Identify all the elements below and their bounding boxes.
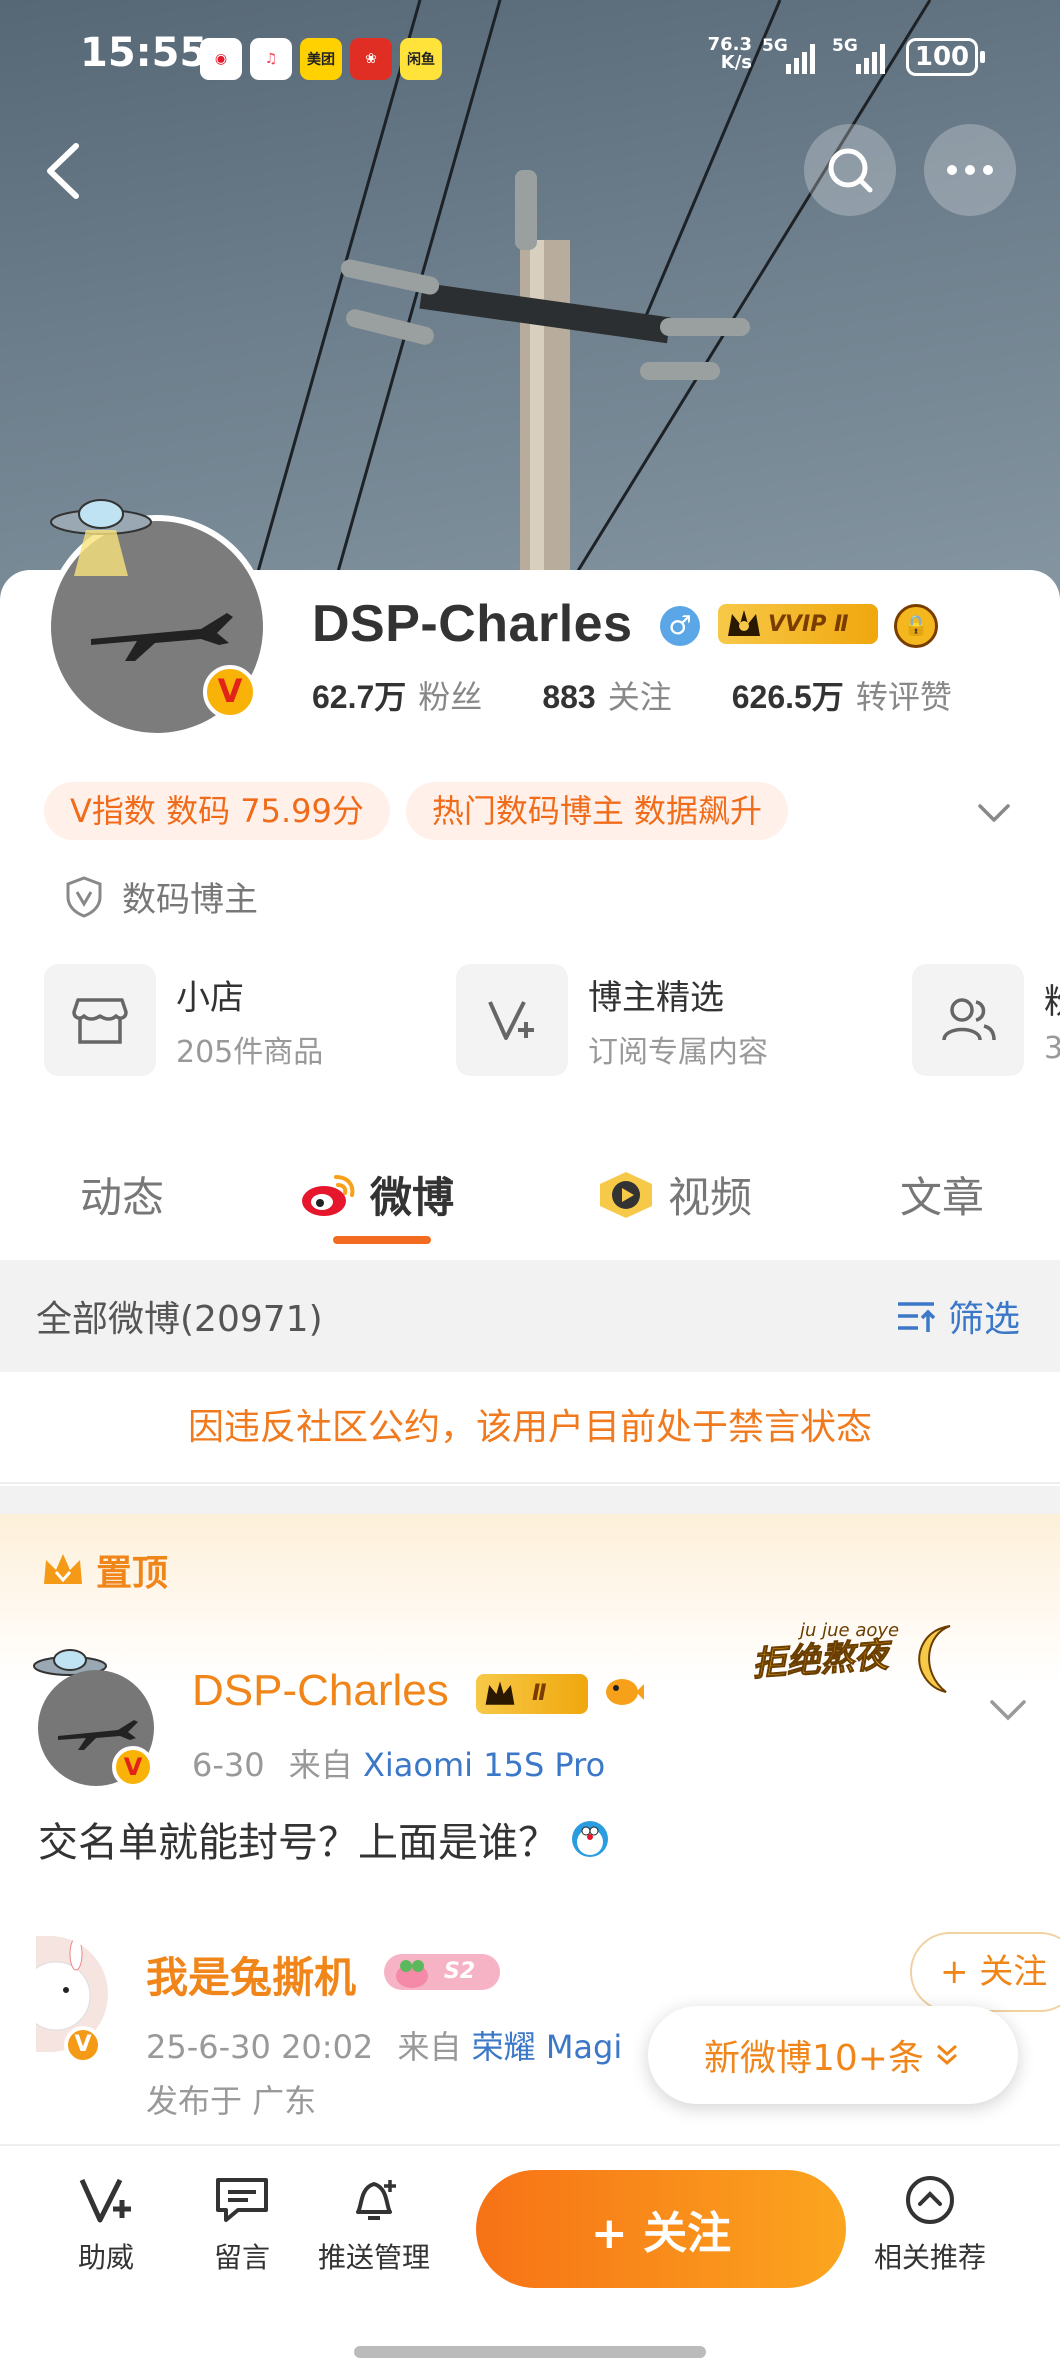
home-indicator[interactable] <box>354 2346 706 2358</box>
verified-v-badge: V <box>112 1746 154 1788</box>
bell-plus-icon <box>356 2180 396 2220</box>
fans-group-shortcut[interactable]: 粉 3 <box>912 964 1060 1076</box>
tab-dynamics[interactable]: 动态 <box>80 1164 164 1225</box>
repost-meta: 25-6-30 20:02 来自 荣耀 Magi <box>146 2028 623 2066</box>
service-shortcuts: 小店 205件商品 博主精选 订阅专属内容 粉 3 <box>44 964 1060 1080</box>
lock-badge-icon[interactable]: 🔒 <box>894 604 938 648</box>
notification-icons: ◉ ♫ 美团 ❀ 闲鱼 <box>200 38 442 80</box>
crown-icon <box>485 1681 515 1705</box>
following-stat[interactable]: 883 关注 <box>542 672 671 718</box>
search-button[interactable] <box>804 124 896 216</box>
video-icon <box>600 1171 652 1218</box>
repost-author-name[interactable]: 我是兔撕机 <box>146 1944 356 2005</box>
tab-weibo[interactable]: 微博 <box>300 1164 454 1225</box>
push-settings-button[interactable]: 推送管理 <box>318 2174 430 2276</box>
weibo-logo-icon <box>302 1174 355 1216</box>
followers-stat[interactable]: 62.7万 粉丝 <box>312 672 482 718</box>
shop-icon <box>44 964 156 1076</box>
profile-tags: V指数 数码 75.99分 热门数码博主 数据飙升 <box>44 782 789 840</box>
male-gender-icon: ♂ <box>660 606 700 646</box>
profile-stats: 62.7万 粉丝 883 关注 626.5万 转评赞 <box>312 672 1012 718</box>
active-tab-indicator <box>333 1236 431 1244</box>
xianyu-app-icon: 闲鱼 <box>400 38 442 80</box>
related-recommendations-button[interactable]: 相关推荐 <box>874 2174 986 2276</box>
circle-chevron-up-icon <box>906 2176 954 2224</box>
banned-notice: 因违反社区公约，该用户目前处于禁言状态 <box>0 1372 1060 1484</box>
certification[interactable]: 数码博主 <box>64 872 258 921</box>
crown-icon <box>728 610 760 636</box>
v-index-tag[interactable]: V指数 数码 75.99分 <box>44 782 390 840</box>
tab-video[interactable]: 视频 <box>596 1164 752 1225</box>
pinned-label: 置顶 <box>40 1544 168 1596</box>
divider <box>0 1486 1060 1514</box>
v-plus-icon <box>456 964 568 1076</box>
crown-icon <box>44 1554 82 1584</box>
chat-bubble-icon <box>216 2178 268 2222</box>
filter-icon <box>897 1302 936 1332</box>
users-icon <box>912 964 1024 1076</box>
music-app-icon: ♫ <box>250 38 292 80</box>
post-meta: 6-30 来自 Xiaomi 15S Pro <box>192 1746 606 1784</box>
featured-content-shortcut[interactable]: 博主精选 订阅专属内容 <box>456 964 768 1076</box>
s2-badge: S2 <box>384 1954 500 1990</box>
weibo-app-icon: ◉ <box>200 38 242 80</box>
filter-button[interactable]: 筛选 <box>894 1290 1020 1342</box>
shop-shortcut[interactable]: 小店 205件商品 <box>44 964 323 1076</box>
post-author-name[interactable]: DSP-Charles <box>192 1666 449 1716</box>
cheer-button[interactable]: 助威 <box>76 2174 136 2276</box>
pinduoduo-app-icon: ❀ <box>350 38 392 80</box>
back-button[interactable] <box>36 136 96 206</box>
meituan-app-icon: 美团 <box>300 38 342 80</box>
shield-v-icon <box>66 875 102 918</box>
follow-button[interactable]: + 关注 <box>476 2170 846 2288</box>
verified-v-badge: V <box>64 2026 102 2064</box>
cactus-icon <box>396 1960 428 1988</box>
verified-v-badge: V <box>203 665 257 719</box>
bottom-action-bar: 助威 留言 推送管理 + 关注 相关推荐 <box>0 2144 1060 2376</box>
v-plus-icon <box>79 2178 131 2223</box>
post-source[interactable]: Xiaomi 15S Pro <box>363 1746 605 1784</box>
message-button[interactable]: 留言 <box>212 2174 272 2276</box>
post-menu-chevron-icon[interactable] <box>986 1690 1030 1730</box>
clock: 15:55 <box>80 30 208 76</box>
hot-blogger-tag[interactable]: 热门数码博主 数据飙升 <box>405 782 789 840</box>
search-icon <box>828 148 873 193</box>
post-text: 交名单就能封号？上面是谁？ <box>38 1810 612 1868</box>
expand-chevron-icon[interactable] <box>972 790 1016 834</box>
signal-icon <box>786 44 815 74</box>
signal-icon <box>856 44 885 74</box>
repost-source[interactable]: 荣耀 Magi <box>472 2028 623 2066</box>
double-chevron-down-icon <box>936 2044 957 2066</box>
more-button[interactable] <box>924 124 1016 216</box>
back-arrow-icon <box>47 143 79 199</box>
network-speed: 76.3 K/s <box>707 34 752 73</box>
battery-indicator: 100 <box>906 38 985 76</box>
profile-tabs: 动态 微博 视频 文章 <box>0 1140 1060 1250</box>
likes-stat[interactable]: 626.5万 转评赞 <box>732 672 952 718</box>
new-posts-button[interactable]: 新微博10+条 <box>648 2006 1018 2104</box>
sim2-label: 5G <box>832 36 858 56</box>
more-dots-icon <box>947 165 993 175</box>
feed-header: 全部微博(20971) 筛选 <box>0 1260 1060 1372</box>
repost-location: 发布于 广东 <box>146 2082 317 2120</box>
ufo-avatar-decoration-icon <box>50 499 152 576</box>
moon-icon <box>918 1625 951 1693</box>
profile-name: DSP-Charles <box>312 595 633 653</box>
vip-level-badge: Ⅱ <box>476 1674 588 1714</box>
repost-follow-button[interactable]: + 关注 <box>910 1932 1060 2012</box>
doraemon-emoji-icon <box>572 1821 608 1857</box>
feed-count: 全部微博(20971) <box>36 1299 323 1340</box>
tab-articles[interactable]: 文章 <box>900 1164 984 1225</box>
vvip-badge[interactable]: VVIP Ⅱ <box>718 604 878 644</box>
sim1-label: 5G <box>762 36 788 56</box>
decoration-sticker: 拒绝熬夜 <box>751 1635 890 1685</box>
puffer-fish-icon <box>606 1679 644 1705</box>
status-bar: 15:55 ◉ ♫ 美团 ❀ 闲鱼 76.3 K/s 5G 5G 100 <box>0 0 1060 110</box>
